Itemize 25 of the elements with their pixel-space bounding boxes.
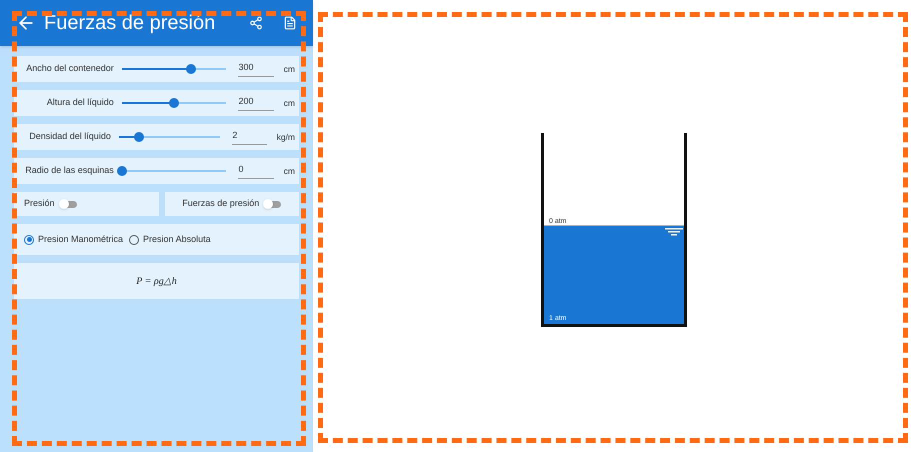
- document-button[interactable]: [283, 16, 297, 30]
- toggle-label: Fuerzas de presión: [182, 197, 260, 210]
- toggle-switch[interactable]: [263, 199, 282, 209]
- unit-label: cm: [284, 96, 296, 110]
- value-field[interactable]: 200: [238, 95, 274, 111]
- slider-label: Ancho del contenedor: [25, 62, 114, 76]
- share-button[interactable]: [249, 16, 263, 30]
- water-surface-icon: [665, 227, 683, 236]
- unit-label: cm: [284, 164, 296, 178]
- value-field[interactable]: 0: [238, 163, 274, 179]
- value-field[interactable]: 2: [232, 129, 267, 145]
- unit-label: kg/m: [276, 130, 295, 144]
- unit-label: cm: [284, 62, 296, 76]
- slider-label: Radio de las esquinas: [24, 164, 114, 178]
- radio-button[interactable]: [129, 234, 140, 244]
- radio-button[interactable]: [24, 234, 34, 244]
- toggle-label: Presión: [24, 197, 55, 210]
- pressure-formula: P = ρg△h: [136, 274, 177, 288]
- app-title: Fuerzas de presión: [44, 13, 216, 33]
- toggle-switch[interactable]: [58, 199, 77, 209]
- value-field[interactable]: 300: [238, 61, 274, 77]
- radio-option[interactable]: Presion Manométrica: [24, 232, 124, 246]
- slider-label: Densidad del líquido: [28, 130, 111, 144]
- slider-label: Altura del líquido: [46, 96, 114, 110]
- radio-option[interactable]: Presion Absoluta: [129, 232, 211, 246]
